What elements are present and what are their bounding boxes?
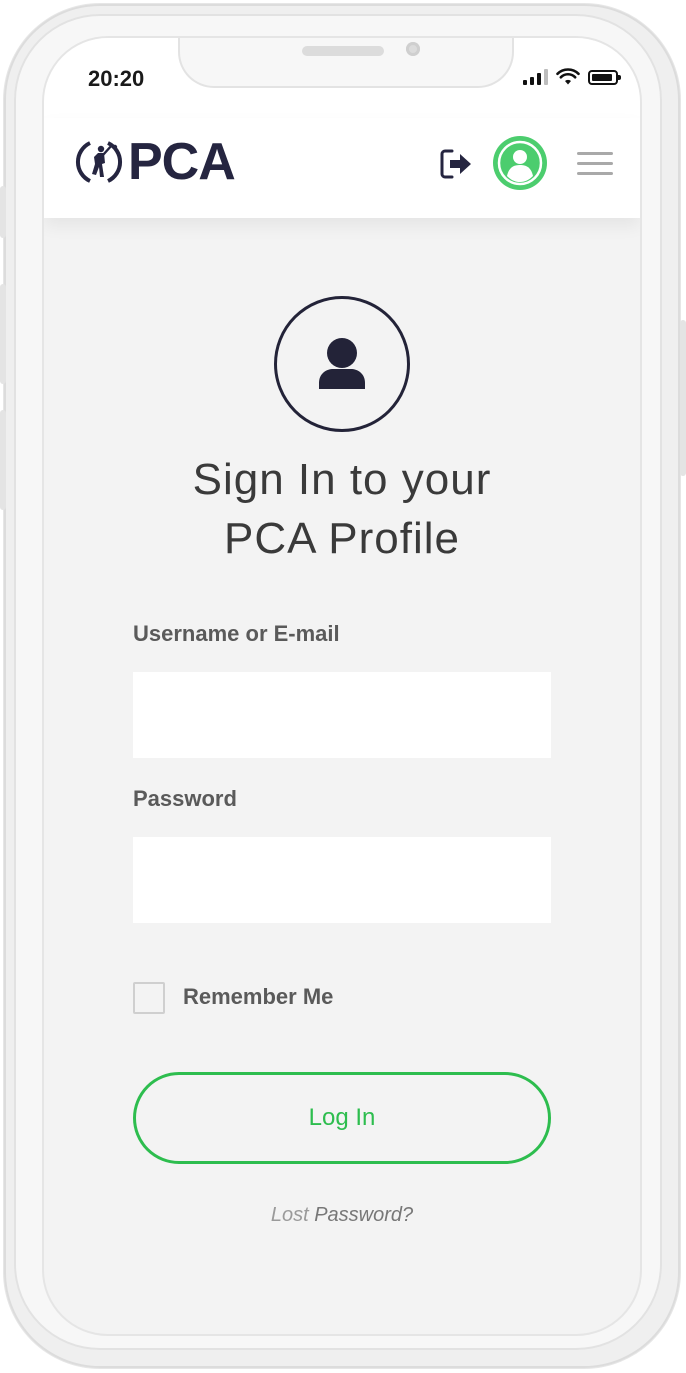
phone-volume-down <box>0 410 6 510</box>
username-label: Username or E-mail <box>133 621 340 646</box>
front-camera <box>406 42 420 56</box>
status-time: 20:20 <box>88 66 145 91</box>
hamburger-menu-icon <box>577 152 613 155</box>
logout-button[interactable] <box>438 146 474 182</box>
lost-password-prefix: Lost <box>270 1204 315 1226</box>
user-silhouette-icon <box>319 338 365 389</box>
page-title-line2: PCA Profile <box>224 514 460 563</box>
phone-power-button <box>680 320 686 476</box>
top-navigation: PCA <box>44 118 640 218</box>
page-title: Sign In to your PCA Profile <box>44 450 640 568</box>
username-input[interactable] <box>133 672 551 758</box>
login-button[interactable]: Log In <box>133 1072 551 1164</box>
page-title-line1: Sign In to your <box>192 455 492 504</box>
user-avatar-button[interactable] <box>493 136 547 190</box>
speaker-grille <box>302 46 384 56</box>
user-avatar-icon <box>497 140 543 186</box>
phone-volume-up <box>0 284 6 384</box>
cricket-batsman-icon <box>76 141 122 183</box>
lost-password-link[interactable]: Password? <box>314 1204 413 1226</box>
profile-icon-circle <box>274 296 410 432</box>
menu-line <box>577 172 613 175</box>
logout-arrow-icon <box>440 149 471 179</box>
lost-password[interactable]: Lost Password? <box>44 1204 640 1227</box>
password-label: Password <box>133 786 237 811</box>
logo-text: PCA <box>128 133 236 191</box>
hamburger-menu-button[interactable] <box>577 152 613 176</box>
status-icons <box>523 68 621 86</box>
menu-line <box>577 162 613 165</box>
wifi-icon <box>556 68 580 85</box>
cellular-signal-icon <box>523 69 548 85</box>
phone-silent-switch <box>0 186 6 238</box>
pca-logo[interactable]: PCA <box>74 133 236 191</box>
phone-notch <box>178 38 514 88</box>
battery-icon <box>588 69 621 85</box>
remember-me-label[interactable]: Remember Me <box>183 984 333 1010</box>
phone-screen: 20:20 PCA Sign In to your PCA Profile Us… <box>44 38 640 1334</box>
password-input[interactable] <box>133 837 551 923</box>
remember-me-checkbox[interactable] <box>133 982 165 1014</box>
